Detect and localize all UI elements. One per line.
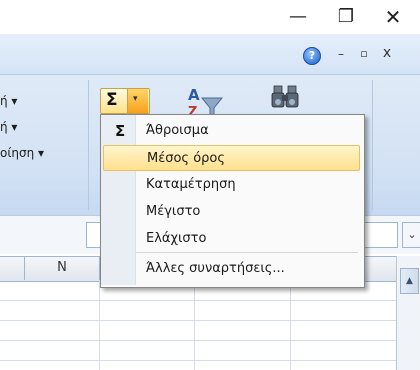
formula-expand-button[interactable]: ⌄ xyxy=(402,222,420,248)
window-minimize-button[interactable]: — xyxy=(275,0,321,34)
column-header[interactable] xyxy=(0,256,25,280)
help-icon[interactable]: ? xyxy=(303,47,321,65)
ribbon-restore-button[interactable]: ▫ xyxy=(357,46,371,62)
ribbon-close-button[interactable]: x xyxy=(380,44,394,62)
menu-icon-gutter xyxy=(101,115,136,285)
sigma-icon: Σ xyxy=(106,90,118,110)
menu-item-average[interactable]: Μέσος όρος xyxy=(103,145,360,171)
scroll-up-button[interactable]: ▲ xyxy=(400,268,419,294)
grid-column-line xyxy=(194,280,195,370)
grid-row-line xyxy=(0,300,396,301)
menu-item-min[interactable]: Ελάχιστο xyxy=(136,226,361,252)
autosum-button[interactable]: Σ ▾ xyxy=(100,88,150,114)
ribbon-cut-off-item[interactable]: οίηση ▾ xyxy=(0,146,44,160)
sigma-icon: Σ xyxy=(115,122,126,140)
ribbon-cut-off-item[interactable]: ή ▾ xyxy=(0,94,17,108)
menu-item-count[interactable]: Καταμέτρηση xyxy=(136,172,361,198)
window-close-button[interactable]: ✕ xyxy=(370,0,416,34)
grid-row-line xyxy=(0,360,396,361)
ribbon-group-separator xyxy=(372,80,373,210)
grid-column-line xyxy=(290,280,291,370)
vertical-scrollbar[interactable]: ▲ xyxy=(396,256,420,370)
column-header-n[interactable]: N xyxy=(25,256,100,280)
menu-item-sum[interactable]: Άθροισμα xyxy=(136,118,361,144)
ribbon-group-separator xyxy=(88,80,89,210)
ribbon-cut-off-item[interactable]: ή ▾ xyxy=(0,120,17,134)
window-restore-button[interactable]: ❐ xyxy=(323,0,369,34)
menu-item-more-functions[interactable]: Άλλες συναρτήσεις... xyxy=(136,256,361,282)
grid-column-line xyxy=(99,280,100,370)
svg-text:A: A xyxy=(188,86,200,104)
chevron-down-icon: ▾ xyxy=(133,94,138,104)
ribbon-minimize-button[interactable]: – xyxy=(334,46,348,62)
menu-separator xyxy=(136,252,358,253)
grid-row-line xyxy=(0,320,396,321)
grid-row-line xyxy=(0,340,396,341)
autosum-dropdown-arrow[interactable]: ▾ xyxy=(127,89,148,113)
menu-item-max[interactable]: Μέγιστο xyxy=(136,199,361,225)
